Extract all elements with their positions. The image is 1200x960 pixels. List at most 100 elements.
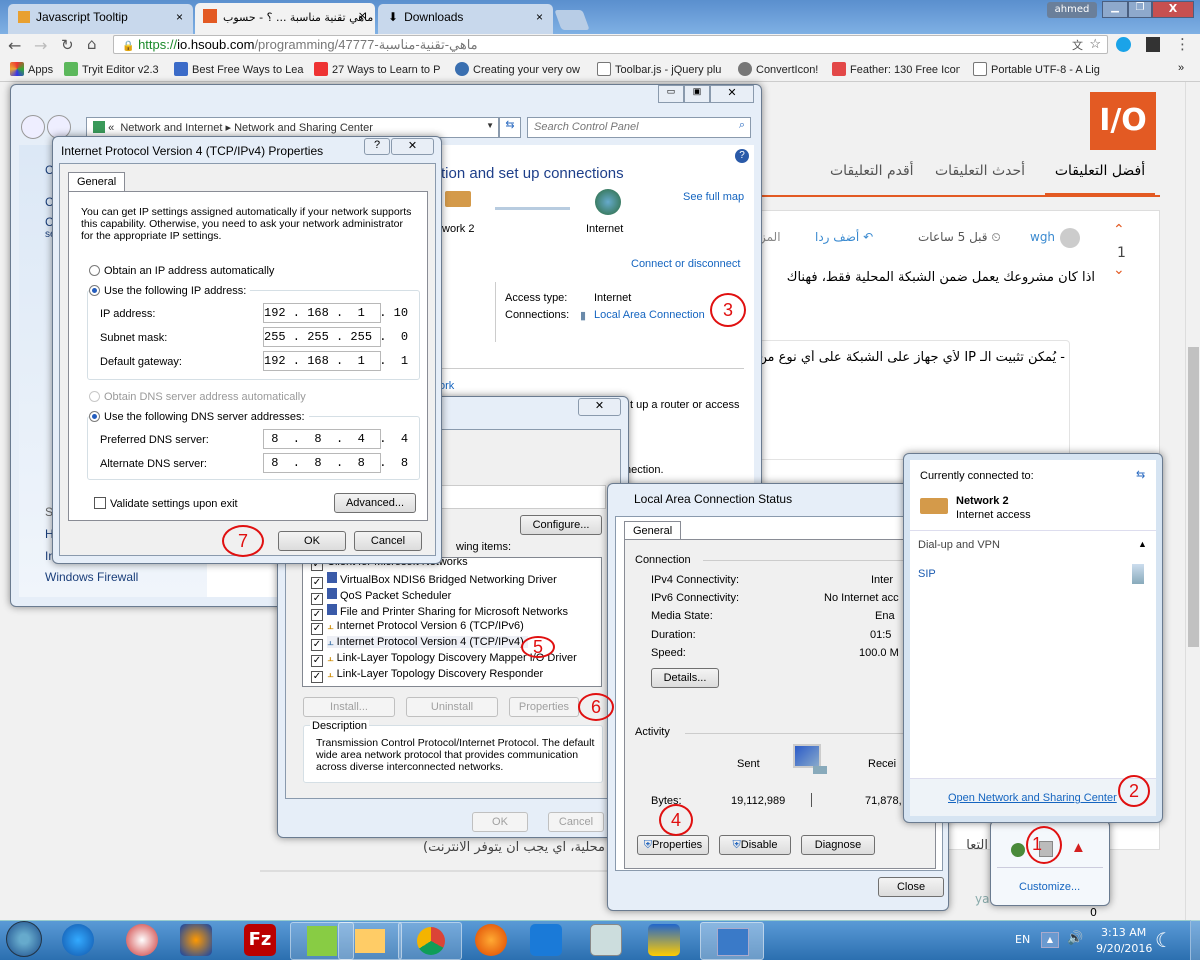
ok-button[interactable]: OK	[472, 812, 528, 832]
filezilla-icon[interactable]: Fz	[244, 924, 276, 956]
list-item[interactable]: ✓ QoS Packet Scheduler	[311, 588, 451, 605]
subnet-mask-field[interactable]: 255 . 255 . 255 . 0	[263, 327, 408, 347]
list-item[interactable]: ✓ File and Printer Sharing for Microsoft …	[311, 604, 568, 621]
windows-firewall-link[interactable]: Windows Firewall	[45, 570, 138, 584]
tab-oldest-comments[interactable]: أقدم التعليقات	[830, 163, 914, 179]
close-button[interactable]: Close	[878, 877, 944, 897]
radio-use-dns[interactable]: Use the following DNS server addresses:	[89, 411, 309, 423]
bookmark-apps[interactable]: Apps	[10, 62, 53, 76]
checkbox[interactable]: ✓	[311, 655, 323, 667]
list-item[interactable]: ✓ VirtualBox NDIS6 Bridged Networking Dri…	[311, 572, 557, 589]
lan-properties-close[interactable]: ✕	[578, 398, 621, 416]
open-nsc-link[interactable]: Open Network and Sharing Center	[948, 792, 1117, 804]
teamviewer-icon[interactable]	[530, 924, 562, 956]
radio-obtain-dns-auto[interactable]: Obtain DNS server address automatically	[89, 391, 306, 403]
tab-hsoub-active[interactable]: ماهي تقنية مناسبة ... ؟ - حسوب ×	[195, 3, 375, 34]
taskbar-control-panel[interactable]	[700, 922, 764, 960]
cancel-button[interactable]: Cancel	[354, 531, 422, 551]
bookmark-27-ways[interactable]: 27 Ways to Learn to P	[314, 62, 442, 76]
profile-button[interactable]: ahmed	[1047, 2, 1097, 18]
disable-button[interactable]: ⛨Disable	[719, 835, 791, 855]
dropdown-icon[interactable]: ▼	[486, 121, 494, 130]
close-tab-icon[interactable]: ×	[358, 9, 367, 22]
bookmarks-overflow[interactable]: »	[1178, 62, 1184, 74]
clock-date[interactable]: 9/20/2016	[1096, 942, 1152, 955]
ok-button[interactable]: OK	[278, 531, 346, 551]
radio[interactable]	[89, 265, 100, 276]
radio[interactable]	[89, 411, 100, 422]
components-list[interactable]: ✓Client for Microsoft Networks ✓VirtualB…	[302, 557, 602, 687]
refresh-icon[interactable]: ⇆	[1136, 468, 1145, 481]
local-area-connection-link[interactable]: Local Area Connection	[594, 309, 705, 321]
show-hidden-icons-button[interactable]: ▲	[1041, 932, 1059, 948]
nsc-address-bar[interactable]: « Network and Internet ▸ Network and Sha…	[86, 117, 499, 138]
radio[interactable]	[89, 391, 100, 402]
radio[interactable]	[89, 285, 100, 296]
breadcrumb-network-internet[interactable]: Network and Internet	[120, 122, 222, 134]
taskbar-explorer[interactable]	[338, 922, 402, 960]
see-full-map-link[interactable]: See full map	[683, 191, 744, 203]
tab-newest-comments[interactable]: أحدث التعليقات	[935, 163, 1025, 179]
details-button[interactable]: Details...	[651, 668, 719, 688]
nsc-minimize[interactable]: ▭	[658, 85, 684, 103]
back-icon[interactable]: ←	[8, 36, 21, 55]
bookmark-best-free-ways[interactable]: Best Free Ways to Lea	[174, 62, 304, 76]
upvote-icon[interactable]: ⌃	[1113, 222, 1125, 238]
translate-icon[interactable]: 文	[1072, 37, 1083, 53]
comment-author[interactable]: wgh	[1030, 230, 1055, 244]
snipping-tool-icon[interactable]	[126, 924, 158, 956]
nsc-search-box[interactable]: Search Control Panel ⌕	[527, 117, 751, 138]
firefox-icon[interactable]	[475, 924, 507, 956]
internet-explorer-icon[interactable]	[62, 924, 94, 956]
nsc-maximize[interactable]: ▣	[684, 85, 710, 103]
checkbox[interactable]	[94, 497, 106, 509]
media-player-icon[interactable]	[180, 924, 212, 956]
checkbox[interactable]: ✓	[311, 639, 323, 651]
minimize-button[interactable]: ▁	[1102, 1, 1128, 18]
extension-search-icon[interactable]	[1116, 37, 1131, 52]
diagnose-button[interactable]: Diagnose	[801, 835, 875, 855]
properties-button[interactable]: Properties	[509, 697, 579, 717]
calculator-icon[interactable]	[590, 924, 622, 956]
connect-disconnect-link[interactable]: Connect or disconnect	[631, 258, 740, 270]
bookmark-feather[interactable]: Feather: 130 Free Icon	[832, 62, 960, 76]
help-button[interactable]: ?	[364, 138, 390, 155]
tab-general[interactable]: General	[68, 172, 126, 191]
extension-icon[interactable]	[1146, 37, 1160, 52]
nsc-refresh-button[interactable]: ⇆	[499, 117, 521, 138]
bookmark-tryit[interactable]: Tryit Editor v2.3	[64, 62, 159, 76]
checkbox[interactable]: ✓	[311, 623, 323, 635]
list-item-ipv4-selected[interactable]: ✓ ⫠ Internet Protocol Version 4 (TCP/IPv4)	[311, 636, 528, 651]
downvote-icon[interactable]: ⌄	[1113, 262, 1125, 278]
uninstall-button[interactable]: Uninstall	[406, 697, 498, 717]
advanced-button[interactable]: Advanced...	[334, 493, 416, 513]
radio-obtain-ip-auto[interactable]: Obtain an IP address automatically	[89, 265, 274, 277]
default-gateway-field[interactable]: 192 . 168 . 1 . 1	[263, 351, 408, 371]
scrollbar-thumb[interactable]	[1188, 347, 1199, 647]
list-item[interactable]: ✓ ⫠ Internet Protocol Version 6 (TCP/IPv6)	[311, 620, 524, 635]
preferred-dns-field[interactable]: 8 . 8 . 4 . 4	[263, 429, 408, 449]
tab-downloads[interactable]: ⬇ Downloads ×	[378, 4, 553, 34]
taskbar-chrome[interactable]	[398, 922, 462, 960]
bookmark-creating[interactable]: Creating your very ow	[455, 62, 585, 76]
restore-button[interactable]: ❐	[1128, 1, 1152, 18]
tab-best-comments[interactable]: أفضل التعليقات	[1045, 163, 1155, 197]
alternate-dns-field[interactable]: 8 . 8 . 8 . 8	[263, 453, 408, 473]
close-window-button[interactable]: X	[1152, 1, 1194, 18]
home-icon[interactable]: ⌂	[87, 35, 97, 53]
install-button[interactable]: Install...	[303, 697, 395, 717]
tab-javascript-tooltip[interactable]: Javascript Tooltip ×	[8, 4, 193, 34]
start-button[interactable]	[6, 921, 42, 957]
bookmark-portable-utf8[interactable]: Portable UTF-8 - A Lig	[973, 62, 1103, 76]
bookmark-toolbar-js[interactable]: Toolbar.js - jQuery plu	[597, 62, 725, 76]
forward-icon[interactable]: →	[34, 36, 47, 55]
ip-address-field[interactable]: 192 . 168 . 1 . 10	[263, 303, 408, 323]
help-icon[interactable]: ?	[735, 149, 749, 163]
ipv4-close[interactable]: ✕	[391, 138, 434, 155]
sip-connection[interactable]: SIP	[918, 568, 936, 580]
network-tray-app-icon[interactable]	[1011, 843, 1025, 857]
show-desktop-button[interactable]	[1190, 920, 1200, 960]
radio-use-ip[interactable]: Use the following IP address:	[89, 285, 251, 297]
action-center-moon-icon[interactable]: ☾	[1155, 928, 1173, 952]
checkbox[interactable]: ✓	[311, 671, 323, 683]
